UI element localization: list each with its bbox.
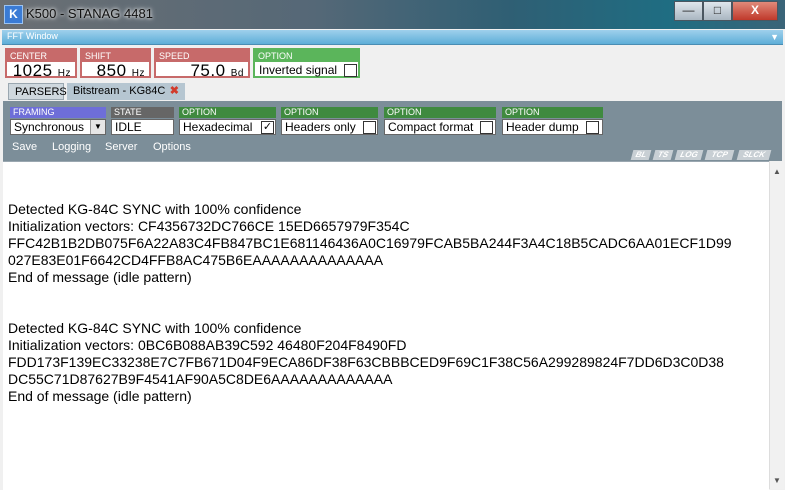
status-badges: BL TS LOG TCP SLCK xyxy=(630,150,777,160)
title-bar: K K500 - STANAG 4481 — □ X xyxy=(0,0,785,29)
center-frequency-box[interactable]: CENTER 1025 Hz xyxy=(5,48,77,81)
framing-caption: FRAMING xyxy=(10,107,106,118)
menu-options[interactable]: Options xyxy=(153,141,191,153)
output-line: DC55C71D87627B9F4541AF90A5C8DE6AAAAAAAAA… xyxy=(8,371,393,387)
output-line: Detected KG-84C SYNC with 100% confidenc… xyxy=(8,201,302,217)
output-line: 027E83E01F6642CD4FFB8AC475B6EAAAAAAAAAAA… xyxy=(8,252,384,268)
state-value: IDLE xyxy=(111,119,174,135)
badge-slck[interactable]: SLCK xyxy=(736,150,772,160)
tab-bitstream-label: Bitstream - KG84C xyxy=(73,85,166,97)
app-icon[interactable]: K xyxy=(4,5,23,24)
shift-value[interactable]: 850 Hz xyxy=(97,61,145,81)
menu-save[interactable]: Save xyxy=(12,141,37,153)
state-control: STATE IDLE xyxy=(111,107,174,137)
hexadecimal-option[interactable]: OPTION Hexadecimal ✓ xyxy=(179,107,276,137)
framing-select[interactable]: Synchronous ▼ xyxy=(10,119,106,135)
output-line: Detected KG-84C SYNC with 100% confidenc… xyxy=(8,320,302,336)
tab-parsers[interactable]: PARSERS xyxy=(8,83,67,100)
vertical-scrollbar[interactable]: ▲ ▼ xyxy=(769,161,784,489)
headers-only-option[interactable]: OPTION Headers only xyxy=(281,107,378,137)
speed-value[interactable]: 75.0 Bd xyxy=(190,61,244,81)
parser-menu: Save Logging Server Options xyxy=(4,138,204,154)
close-button[interactable]: X xyxy=(732,1,778,21)
shift-box[interactable]: SHIFT 850 Hz xyxy=(80,48,151,81)
expand-arrow-icon[interactable]: ▼ xyxy=(770,32,779,42)
maximize-button[interactable]: □ xyxy=(703,1,732,21)
output-line: End of message (idle pattern) xyxy=(8,388,192,404)
close-tab-icon[interactable]: ✖ xyxy=(170,83,179,100)
output-line: FFC42B1B2DB075F6A22A83C4FB847BC1E6811464… xyxy=(8,235,732,251)
fft-window-label: FFT Window xyxy=(7,31,58,41)
hexadecimal-checkbox[interactable]: ✓ xyxy=(261,121,274,134)
headers-caption: OPTION xyxy=(281,107,378,118)
window-controls: — □ X xyxy=(674,1,778,21)
output-line: FDD173F139EC33238E7C7FB671D04F9ECA86DF38… xyxy=(8,354,724,370)
inverted-signal-checkbox[interactable] xyxy=(344,64,357,77)
badge-bl[interactable]: BL xyxy=(630,150,652,160)
fft-window-bar[interactable]: FFT Window ▼ xyxy=(2,30,783,45)
compact-format-option[interactable]: OPTION Compact format xyxy=(384,107,496,137)
tab-bitstream[interactable]: Bitstream - KG84C ✖ xyxy=(67,83,185,100)
center-value[interactable]: 1025 Hz xyxy=(13,61,71,81)
headers-only-checkbox[interactable] xyxy=(363,121,376,134)
badge-log[interactable]: LOG xyxy=(674,150,704,160)
badge-ts[interactable]: TS xyxy=(652,150,674,160)
menu-divider xyxy=(196,138,206,154)
dropdown-arrow-icon[interactable]: ▼ xyxy=(90,120,105,134)
header-dump-checkbox[interactable] xyxy=(586,121,599,134)
scroll-up-icon[interactable]: ▲ xyxy=(773,167,781,176)
output-text-area[interactable]: Detected KG-84C SYNC with 100% confidenc… xyxy=(3,161,769,490)
output-line: Initialization vectors: 0BC6B088AB39C592… xyxy=(8,337,407,353)
dump-caption: OPTION xyxy=(502,107,603,118)
window-title: K500 - STANAG 4481 xyxy=(26,6,153,21)
option-caption: OPTION xyxy=(255,50,358,62)
header-dump-option[interactable]: OPTION Header dump xyxy=(502,107,603,137)
compact-caption: OPTION xyxy=(384,107,496,118)
menu-server[interactable]: Server xyxy=(105,141,137,153)
inverted-signal-option[interactable]: OPTION Inverted signal xyxy=(253,48,360,78)
scroll-down-icon[interactable]: ▼ xyxy=(773,476,781,485)
minimize-button[interactable]: — xyxy=(674,1,703,21)
menu-logging[interactable]: Logging xyxy=(52,141,91,153)
compact-format-checkbox[interactable] xyxy=(480,121,493,134)
inverted-signal-label: Inverted signal xyxy=(259,63,338,77)
framing-control[interactable]: FRAMING Synchronous ▼ xyxy=(10,107,106,137)
state-caption: STATE xyxy=(111,107,174,118)
framing-value: Synchronous xyxy=(14,120,85,134)
output-line: End of message (idle pattern) xyxy=(8,269,192,285)
output-line: Initialization vectors: CF4356732DC766CE… xyxy=(8,218,410,234)
hex-caption: OPTION xyxy=(179,107,276,118)
speed-box[interactable]: SPEED 75.0 Bd xyxy=(154,48,250,81)
badge-tcp[interactable]: TCP xyxy=(704,150,735,160)
